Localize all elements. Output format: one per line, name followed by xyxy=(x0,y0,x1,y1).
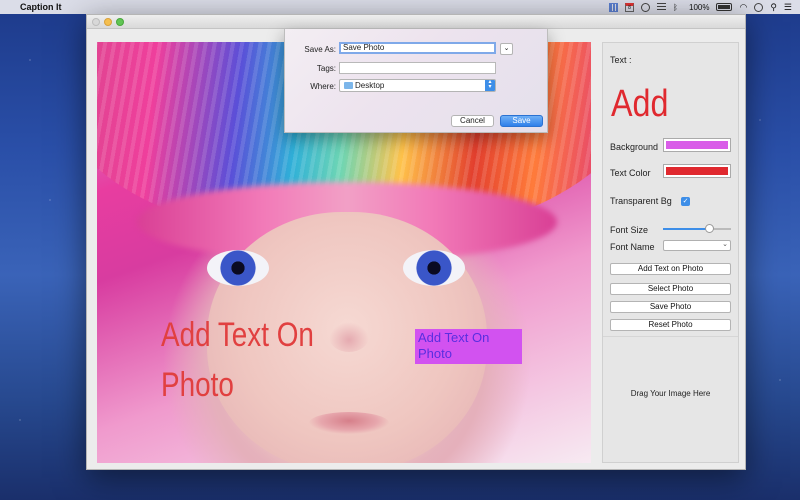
save-photo-button[interactable]: Save Photo xyxy=(610,301,731,313)
close-window-button[interactable] xyxy=(92,18,100,26)
list-icon[interactable] xyxy=(657,2,666,12)
up-down-chevron-icon: ▴ ▾ xyxy=(485,79,495,91)
reset-photo-button[interactable]: Reset Photo xyxy=(610,319,731,331)
where-label: Where: xyxy=(310,82,336,91)
cancel-button[interactable]: Cancel xyxy=(451,115,494,127)
background-color-swatch xyxy=(666,141,728,149)
where-popup[interactable]: Desktop ▴ ▾ xyxy=(339,79,496,92)
font-size-label: Font Size xyxy=(610,225,649,235)
spotlight-search-icon[interactable]: ⚲ xyxy=(770,2,777,13)
text-label: Text : xyxy=(610,55,632,65)
calendar-icon[interactable]: 8 xyxy=(625,2,634,12)
tags-label: Tags: xyxy=(316,64,336,73)
background-color-well[interactable] xyxy=(663,138,731,152)
text-color-well[interactable] xyxy=(663,164,731,178)
menu-bar: Caption It 8 ᛒ 100% ◠ ⚲ ☰ xyxy=(0,0,800,14)
add-text-on-photo-button[interactable]: Add Text on Photo xyxy=(610,263,731,275)
font-name-select[interactable]: ⌄ xyxy=(663,240,731,251)
tags-field[interactable] xyxy=(339,62,496,74)
chevron-down-icon: ⌄ xyxy=(722,241,728,248)
select-photo-button[interactable]: Select Photo xyxy=(610,283,731,295)
title-bar[interactable] xyxy=(87,15,745,29)
save-button[interactable]: Save xyxy=(500,115,543,127)
minimize-window-button[interactable] xyxy=(104,18,112,26)
caption-text-small[interactable]: Add Text On Photo xyxy=(415,329,522,364)
clock-icon[interactable] xyxy=(754,2,764,12)
zoom-window-button[interactable] xyxy=(116,18,124,26)
battery-icon[interactable] xyxy=(716,3,733,11)
caption-text-large[interactable]: Add Text On Photo xyxy=(161,310,374,410)
text-preview[interactable]: Add xyxy=(611,83,668,126)
photo-eye-left xyxy=(207,250,269,286)
background-label: Background xyxy=(610,142,659,152)
text-color-label: Text Color xyxy=(610,168,651,178)
chevron-down-icon: ⌄ xyxy=(503,45,510,52)
bluetooth-icon[interactable]: ᛒ xyxy=(673,3,682,12)
image-drop-zone[interactable]: Drag Your Image Here xyxy=(603,389,738,398)
folder-icon xyxy=(344,82,353,89)
save-as-label: Save As: xyxy=(304,45,336,54)
transparent-bg-checkbox[interactable]: ✓ xyxy=(681,197,690,206)
expand-dialog-button[interactable]: ⌄ xyxy=(500,43,513,55)
battery-percent: 100% xyxy=(689,2,710,12)
sidebar-divider xyxy=(603,336,738,337)
photo-eye-right xyxy=(403,250,465,286)
font-size-slider-fill xyxy=(663,228,709,230)
font-name-label: Font Name xyxy=(610,242,655,252)
grid-icon[interactable] xyxy=(609,2,618,12)
text-color-swatch xyxy=(666,167,728,175)
save-dialog: Save As: Save Photo ⌄ Tags: Where: Deskt… xyxy=(284,29,548,133)
font-size-slider-knob[interactable] xyxy=(705,224,714,233)
notification-center-icon[interactable]: ☰ xyxy=(784,2,792,13)
app-menu-name[interactable]: Caption It xyxy=(20,2,62,12)
where-value: Desktop xyxy=(355,81,385,90)
timer-icon[interactable] xyxy=(641,2,650,12)
photo-mouth xyxy=(309,412,389,434)
calendar-day: 8 xyxy=(628,4,631,11)
menu-extras: 8 ᛒ 100% ◠ ⚲ ☰ xyxy=(609,2,792,13)
save-as-field[interactable]: Save Photo xyxy=(339,42,496,54)
wifi-icon[interactable]: ◠ xyxy=(739,2,747,13)
transparent-bg-label: Transparent Bg xyxy=(610,196,672,206)
options-sidebar: Text : Add Background Text Color Transpa… xyxy=(602,42,739,463)
